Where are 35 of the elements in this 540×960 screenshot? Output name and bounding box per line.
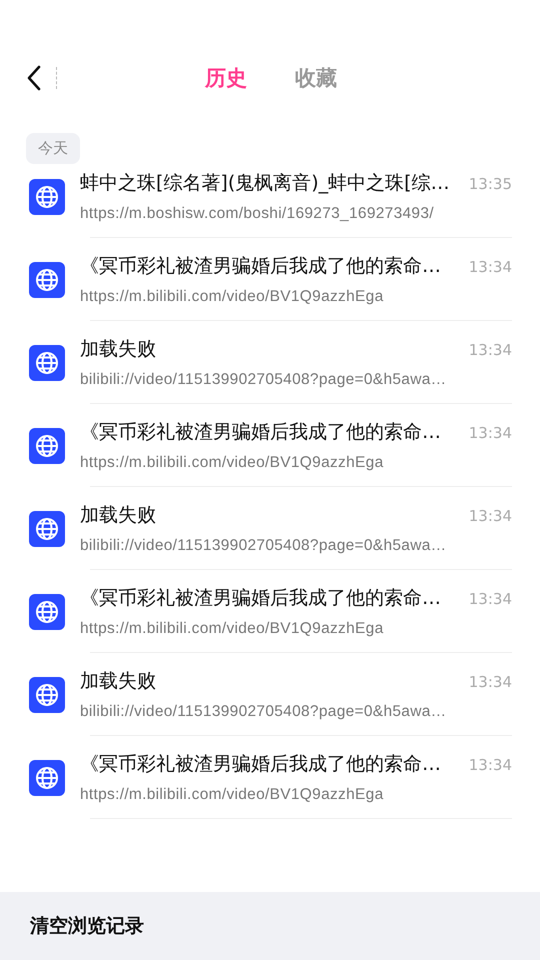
back-icon[interactable] xyxy=(26,65,42,91)
visit-time: 13:34 xyxy=(468,341,512,359)
page-title[interactable]: 加载失败 xyxy=(80,336,156,362)
page-url: https://m.bilibili.com/video/BV1Q9azzhEga xyxy=(80,786,384,804)
globe-icon xyxy=(29,676,65,712)
page-url: https://m.bilibili.com/video/BV1Q9azzhEga xyxy=(80,288,384,306)
globe-icon xyxy=(29,760,65,796)
globe-icon xyxy=(29,178,65,214)
page-url: bilibili://video/115139902705408?page=0&h5awa… xyxy=(80,371,448,389)
date-label: 今天 xyxy=(26,133,80,164)
page-title[interactable]: 蚌中之珠[综名著](鬼枫离音)_蚌中之珠[综… xyxy=(80,170,450,196)
visit-time: 13:35 xyxy=(468,175,512,193)
visit-time: 13:34 xyxy=(468,258,512,276)
clear-history-button[interactable]: 清空浏览记录 xyxy=(0,892,540,960)
page-url: https://m.bilibili.com/video/BV1Q9azzhEga xyxy=(80,620,384,638)
page-title[interactable]: 加载失败 xyxy=(80,668,156,694)
page-title[interactable]: 《冥币彩礼被渣男骗婚后我成了他的索命… xyxy=(80,751,441,777)
page-url: https://m.bilibili.com/video/BV1Q9azzhEga xyxy=(80,454,384,472)
page-title[interactable]: 《冥币彩礼被渣男骗婚后我成了他的索命… xyxy=(80,585,441,611)
page-title[interactable]: 《冥币彩礼被渣男骗婚后我成了他的索命… xyxy=(80,253,441,279)
visit-time: 13:34 xyxy=(468,756,512,774)
page-url: https://m.boshisw.com/boshi/169273_169273493/ xyxy=(80,205,435,223)
page-title[interactable]: 加载失败 xyxy=(80,502,156,528)
globe-icon xyxy=(29,344,65,380)
visit-time: 13:34 xyxy=(468,424,512,442)
page-url: bilibili://video/115139902705408?page=0&h5awa… xyxy=(80,703,448,721)
visit-time: 13:34 xyxy=(468,673,512,691)
globe-icon xyxy=(29,510,65,546)
globe-icon xyxy=(29,428,65,464)
globe-icon xyxy=(29,262,65,298)
visit-time: 13:34 xyxy=(468,590,512,608)
visit-time: 13:34 xyxy=(468,507,512,525)
globe-icon xyxy=(29,594,65,630)
page-url: bilibili://video/115139902705408?page=0&h5awa… xyxy=(80,537,448,555)
page-title[interactable]: 《冥币彩礼被渣男骗婚后我成了他的索命… xyxy=(80,419,441,445)
